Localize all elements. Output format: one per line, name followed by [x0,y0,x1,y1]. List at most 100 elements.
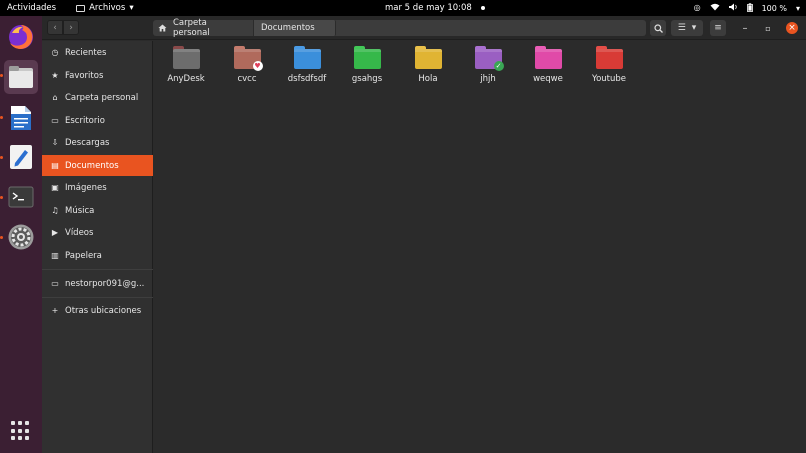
trash-icon: ▥ [51,251,59,260]
firefox-launcher[interactable] [4,20,38,54]
sidebar-item-online-account[interactable]: ▭ nestorpor091@g... [42,273,153,294]
sidebar-item-favoritos[interactable]: ★ Favoritos [42,65,153,86]
sidebar-item-recientes[interactable]: ◷ Recientes [42,42,153,63]
sidebar-item-label: Papelera [65,250,102,261]
path-current-button[interactable]: Documentos [254,20,336,36]
terminal-launcher[interactable] [4,180,38,214]
folder-item[interactable]: dsfsdfsdf [277,46,337,84]
path-home-button[interactable]: Carpeta personal [153,18,254,38]
sidebar-item-imagenes[interactable]: ▣ Imágenes [42,177,153,198]
folder-item[interactable]: Hola [398,46,458,84]
close-icon: × [788,23,796,33]
sidebar-item-escritorio[interactable]: ▭ Escritorio [42,110,153,131]
folder-label: dsfsdfsdf [287,74,327,84]
view-options-button[interactable]: ☰ ▾ [671,20,703,36]
folder-item[interactable]: AnyDesk [156,46,216,84]
document-icon: ▤ [51,161,59,170]
star-icon: ★ [51,71,59,80]
text-editor-launcher[interactable] [4,140,38,174]
folder-label: jhjh [480,74,496,84]
list-view-icon: ☰ [677,23,686,33]
firefox-icon [9,25,33,49]
sidebar-item-musica[interactable]: ♫ Música [42,200,153,221]
sidebar-item-label: Imágenes [65,182,107,193]
forward-button[interactable]: › [63,20,79,35]
settings-launcher[interactable] [4,220,38,254]
folder-icon [534,46,562,69]
app-menu[interactable]: Archivos ▾ [76,3,134,13]
sidebar-item-documentos[interactable]: ▤ Documentos [42,155,153,176]
files-icon [9,66,33,88]
battery-label: 100 % [761,3,787,13]
running-indicator-icon [0,196,3,199]
folder-item[interactable]: Youtube [579,46,639,84]
battery-icon[interactable] [746,2,753,14]
sidebar-item-label: Otras ubicaciones [65,305,142,316]
folder-item[interactable]: ♥ cvcc [217,46,277,84]
system-tray[interactable]: ◎ 100 % ▾ [694,0,800,16]
running-indicator-icon [0,156,3,159]
minimize-button[interactable]: – [738,20,752,36]
folder-icon [172,46,200,69]
home-icon [158,24,167,32]
app-menu-label: Archivos [89,3,126,13]
sidebar-item-label: Documentos [65,160,119,171]
notification-dot-icon [480,6,485,10]
places-sidebar: ◷ Recientes ★ Favoritos ⌂ Carpeta person… [42,41,153,453]
volume-icon[interactable] [728,3,738,13]
menu-button[interactable]: ≡ [710,20,726,36]
maximize-icon: ▫ [765,23,771,33]
maximize-button[interactable]: ▫ [761,20,775,36]
image-icon: ▣ [51,183,59,192]
chevron-right-icon: › [69,22,73,33]
running-indicator-icon [0,236,3,239]
folder-label: AnyDesk [167,74,205,84]
sidebar-item-videos[interactable]: ▶ Vídeos [42,222,153,243]
chevron-down-icon: ▾ [691,23,697,33]
clock-label: mar 5 de may 10:08 [385,3,472,13]
show-applications-icon[interactable] [11,421,31,441]
chevron-down-icon: ▾ [129,3,134,13]
sidebar-item-label: nestorpor091@g... [65,278,145,289]
back-button[interactable]: ‹ [47,20,63,35]
path-home-label: Carpeta personal [172,18,210,38]
writer-launcher[interactable] [4,101,38,135]
files-view[interactable]: AnyDesk ♥ cvcc dsfsdfsdf gsahgs Hola ✓ jhjh weqw… [154,41,806,453]
clock[interactable]: mar 5 de may 10:08 [385,0,485,16]
close-button[interactable]: × [786,22,798,34]
path-current-label: Documentos [261,23,315,33]
files-launcher[interactable] [4,60,38,94]
heart-emblem-icon: ♥ [252,61,263,71]
sidebar-item-descargas[interactable]: ⇩ Descargas [42,132,153,153]
power-menu-chevron-icon[interactable]: ▾ [796,4,800,13]
hamburger-menu-icon: ≡ [714,23,722,33]
sidebar-item-otras-ubicaciones[interactable]: + Otras ubicaciones [42,300,153,321]
folder-item[interactable]: gsahgs [337,46,397,84]
path-bar: Carpeta personal Documentos [153,18,646,38]
files-window: ‹ › Carpeta personal Documentos ☰ ▾ ≡ – … [42,16,806,453]
folder-icon: ♥ [233,46,263,71]
minimize-icon: – [742,22,748,34]
search-button[interactable] [650,20,666,36]
folder-item[interactable]: ✓ jhjh [458,46,518,84]
activities-button[interactable]: Actividades [7,3,56,13]
sidebar-separator [42,297,153,298]
folder-item[interactable]: weqwe [518,46,578,84]
download-icon: ⇩ [51,138,59,147]
sidebar-item-papelera[interactable]: ▥ Papelera [42,245,153,266]
search-icon [653,23,663,33]
home-icon: ⌂ [52,93,58,102]
clock-icon: ◷ [51,48,59,57]
wifi-icon[interactable] [710,3,720,13]
folder-icon [414,46,442,69]
sidebar-item-label: Escritorio [65,115,105,126]
folder-icon: ✓ [474,46,504,71]
folder-icon [353,46,381,69]
screen-recorder-icon[interactable]: ◎ [694,4,701,12]
desktop-icon: ▭ [51,116,59,125]
sidebar-item-carpeta-personal[interactable]: ⌂ Carpeta personal [42,87,153,108]
sidebar-item-label: Vídeos [65,227,94,238]
sidebar-item-label: Música [65,205,95,216]
running-indicator-icon [0,116,3,119]
plus-icon: + [51,306,59,315]
